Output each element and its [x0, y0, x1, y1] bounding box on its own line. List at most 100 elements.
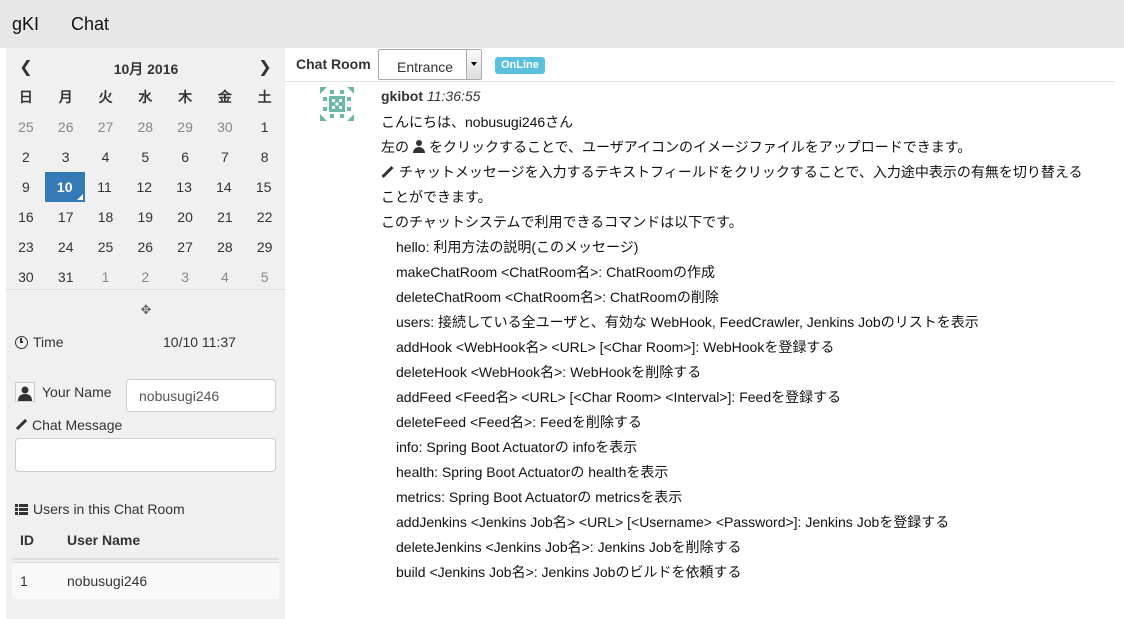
time-picker-toggle-icon[interactable]: ✥ — [138, 302, 154, 318]
calendar-day[interactable]: 29 — [165, 112, 205, 142]
command-line: deleteJenkins <Jenkins Job名>: Jenkins Jo… — [396, 539, 742, 555]
calendar-day[interactable]: 21 — [205, 202, 245, 232]
message-text: チャットメッセージを入力するテキストフィールドをクリックすることで、入力途中表示… — [399, 164, 1083, 180]
calendar-day[interactable]: 24 — [46, 232, 86, 262]
weekday-label: 火 — [98, 89, 113, 105]
calendar-day[interactable]: 6 — [165, 142, 205, 172]
command-line: hello: 利用方法の説明(このメッセージ) — [396, 239, 639, 255]
message-header: gkibot 11:36:55 — [381, 88, 480, 104]
calendar-day[interactable]: 25 — [6, 112, 46, 142]
sidebar: ❮ 10月 2016 ❯ 日 月 火 水 木 金 土 25 26 27 28 2… — [6, 48, 285, 619]
time-label: Time — [33, 334, 64, 350]
calendar-day[interactable]: 29 — [245, 232, 285, 262]
calendar-day[interactable]: 28 — [125, 112, 165, 142]
calendar-day[interactable]: 26 — [125, 232, 165, 262]
chat-message-input[interactable] — [15, 438, 276, 472]
calendar-day[interactable]: 20 — [165, 202, 205, 232]
calendar-day[interactable]: 2 — [125, 262, 165, 292]
time-row: Time 10/10 11:37 — [15, 332, 275, 352]
status-badge: OnLine — [495, 57, 545, 74]
message-text: 左の — [381, 139, 409, 155]
command-line: addJenkins <Jenkins Job名> <URL> [<Userna… — [396, 514, 950, 530]
pencil-icon — [381, 166, 393, 178]
calendar-day[interactable]: 11 — [85, 172, 125, 202]
calendar-day[interactable]: 1 — [86, 262, 126, 292]
your-name-label: Your Name — [42, 384, 112, 400]
list-icon — [15, 503, 28, 515]
user-avatar-upload-icon[interactable] — [15, 382, 35, 402]
calendar-day[interactable]: 23 — [6, 232, 46, 262]
calendar-day[interactable]: 7 — [205, 142, 245, 172]
weekday-label: 木 — [178, 89, 193, 105]
calendar-day[interactable]: 8 — [245, 142, 285, 172]
calendar-day[interactable]: 13 — [164, 172, 204, 202]
command-line: build <Jenkins Job名>: Jenkins Jobのビルドを依頼… — [396, 564, 742, 580]
next-month-icon[interactable]: ❯ — [253, 55, 277, 79]
nav-chat-link[interactable]: Chat — [71, 14, 109, 35]
calendar-day[interactable]: 27 — [86, 112, 126, 142]
calendar-day[interactable]: 16 — [6, 202, 46, 232]
calendar-week-row: 9 10 11 12 13 14 15 — [6, 172, 285, 202]
user-icon — [412, 140, 426, 153]
weekday-label: 水 — [138, 89, 153, 105]
users-title-row: Users in this Chat Room — [15, 501, 185, 517]
prev-month-icon[interactable]: ❮ — [14, 55, 38, 79]
chevron-down-icon — [466, 50, 481, 79]
calendar-day[interactable]: 30 — [205, 112, 245, 142]
calendar-day[interactable]: 3 — [46, 142, 86, 172]
calendar-day[interactable]: 22 — [245, 202, 285, 232]
chat-room-label: Chat Room — [296, 56, 371, 72]
calendar-grid: 日 月 火 水 木 金 土 25 26 27 28 29 30 1 2 3 4 … — [6, 82, 285, 292]
calendar-day[interactable]: 2 — [6, 142, 46, 172]
weekday-label: 金 — [217, 89, 232, 105]
table-row: 1 nobusugi246 — [12, 562, 279, 599]
navbar: gKI Chat — [0, 0, 1124, 48]
weekday-label: 月 — [58, 89, 73, 105]
command-line: deleteFeed <Feed名>: Feedを削除する — [396, 414, 642, 430]
weekday-label: 日 — [18, 89, 33, 105]
message-avatar-hint: 左の をクリックすることで、ユーザアイコンのイメージファイルをアップロードできます… — [381, 137, 971, 162]
calendar-day[interactable]: 3 — [165, 262, 205, 292]
bot-avatar — [320, 87, 354, 121]
calendar-day[interactable]: 25 — [86, 232, 126, 262]
chat-room-select[interactable]: Entrance — [378, 49, 482, 80]
calendar-day[interactable]: 4 — [86, 142, 126, 172]
calendar-day[interactable]: 5 — [125, 142, 165, 172]
command-line: metrics: Spring Boot Actuatorの metricsを表… — [396, 489, 683, 505]
calendar-day[interactable]: 19 — [125, 202, 165, 232]
calendar-day[interactable]: 31 — [46, 262, 86, 292]
calendar-day[interactable]: 17 — [46, 202, 86, 232]
calendar-day[interactable]: 27 — [165, 232, 205, 262]
calendar-day[interactable]: 26 — [46, 112, 86, 142]
calendar-week-row: 16 17 18 19 20 21 22 — [6, 202, 285, 232]
calendar-day[interactable]: 9 — [6, 172, 46, 202]
column-header-id: ID — [20, 532, 34, 548]
users-table: ID User Name 1 nobusugi246 — [12, 522, 279, 599]
message-text: ことができます。 — [381, 189, 492, 205]
message-pencil-hint: チャットメッセージを入力するテキストフィールドをクリックすることで、入力途中表示… — [381, 162, 1082, 187]
message-author: gkibot — [381, 88, 423, 104]
calendar-week-row: 2 3 4 5 6 7 8 — [6, 142, 285, 172]
your-name-input[interactable]: nobusugi246 — [126, 379, 276, 412]
calendar-day[interactable]: 15 — [244, 172, 284, 202]
chat-room-selected-value: Entrance — [397, 59, 454, 75]
command-line: addFeed <Feed名> <URL> [<Char Room> <Inte… — [396, 389, 842, 405]
calendar-day[interactable]: 18 — [86, 202, 126, 232]
calendar-day[interactable]: 28 — [205, 232, 245, 262]
calendar-day[interactable]: 5 — [245, 262, 285, 292]
command-line: makeChatRoom <ChatRoom名>: ChatRoomの作成 — [396, 264, 716, 280]
calendar-day[interactable]: 12 — [124, 172, 164, 202]
brand-link[interactable]: gKI — [12, 14, 39, 35]
chat-message-label: Chat Message — [32, 417, 123, 433]
calendar-day[interactable]: 4 — [205, 262, 245, 292]
calendar-day[interactable]: 30 — [6, 262, 46, 292]
calendar-day-selected[interactable]: 10 — [44, 172, 85, 202]
chat-header: Chat Room Entrance OnLine — [285, 48, 1115, 82]
calendar-title[interactable]: 10月 2016 — [66, 59, 226, 79]
calendar-day[interactable]: 14 — [204, 172, 244, 202]
your-name-label-row: Your Name — [15, 382, 112, 402]
message-text: をクリックすることで、ユーザアイコンのイメージファイルをアップロードできます。 — [429, 139, 972, 155]
calendar-day[interactable]: 1 — [245, 112, 285, 142]
users-title: Users in this Chat Room — [33, 501, 185, 517]
column-header-username: User Name — [67, 532, 141, 548]
